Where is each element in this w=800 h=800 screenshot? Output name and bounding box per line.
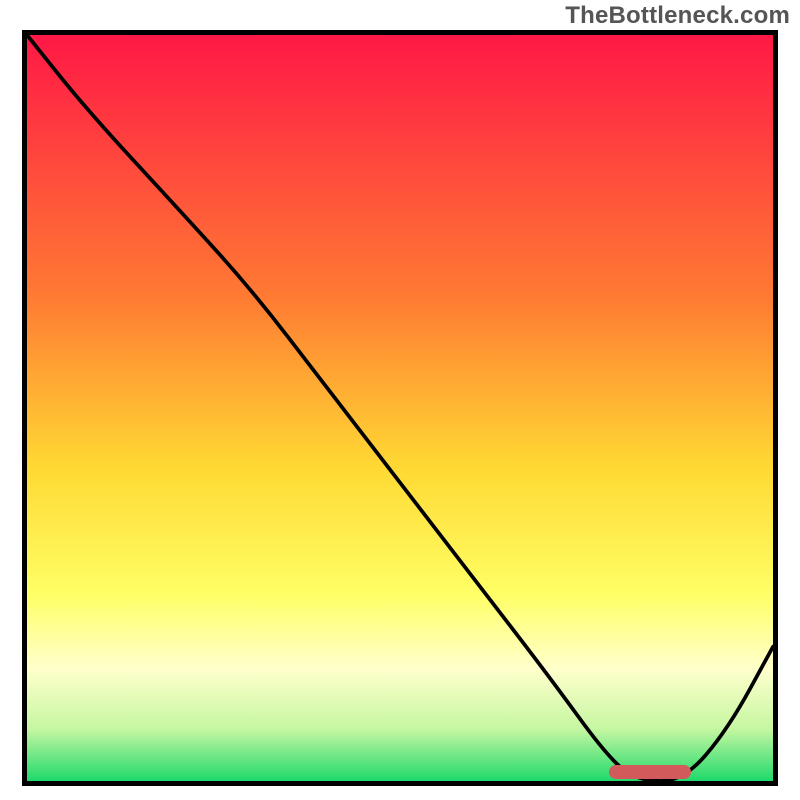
chart-line-layer <box>27 35 773 781</box>
optimal-range-marker <box>609 765 691 779</box>
bottleneck-chart <box>22 30 778 786</box>
bottleneck-curve-path <box>27 35 773 781</box>
watermark-text: TheBottleneck.com <box>565 2 790 30</box>
page-root: TheBottleneck.com <box>0 0 800 800</box>
